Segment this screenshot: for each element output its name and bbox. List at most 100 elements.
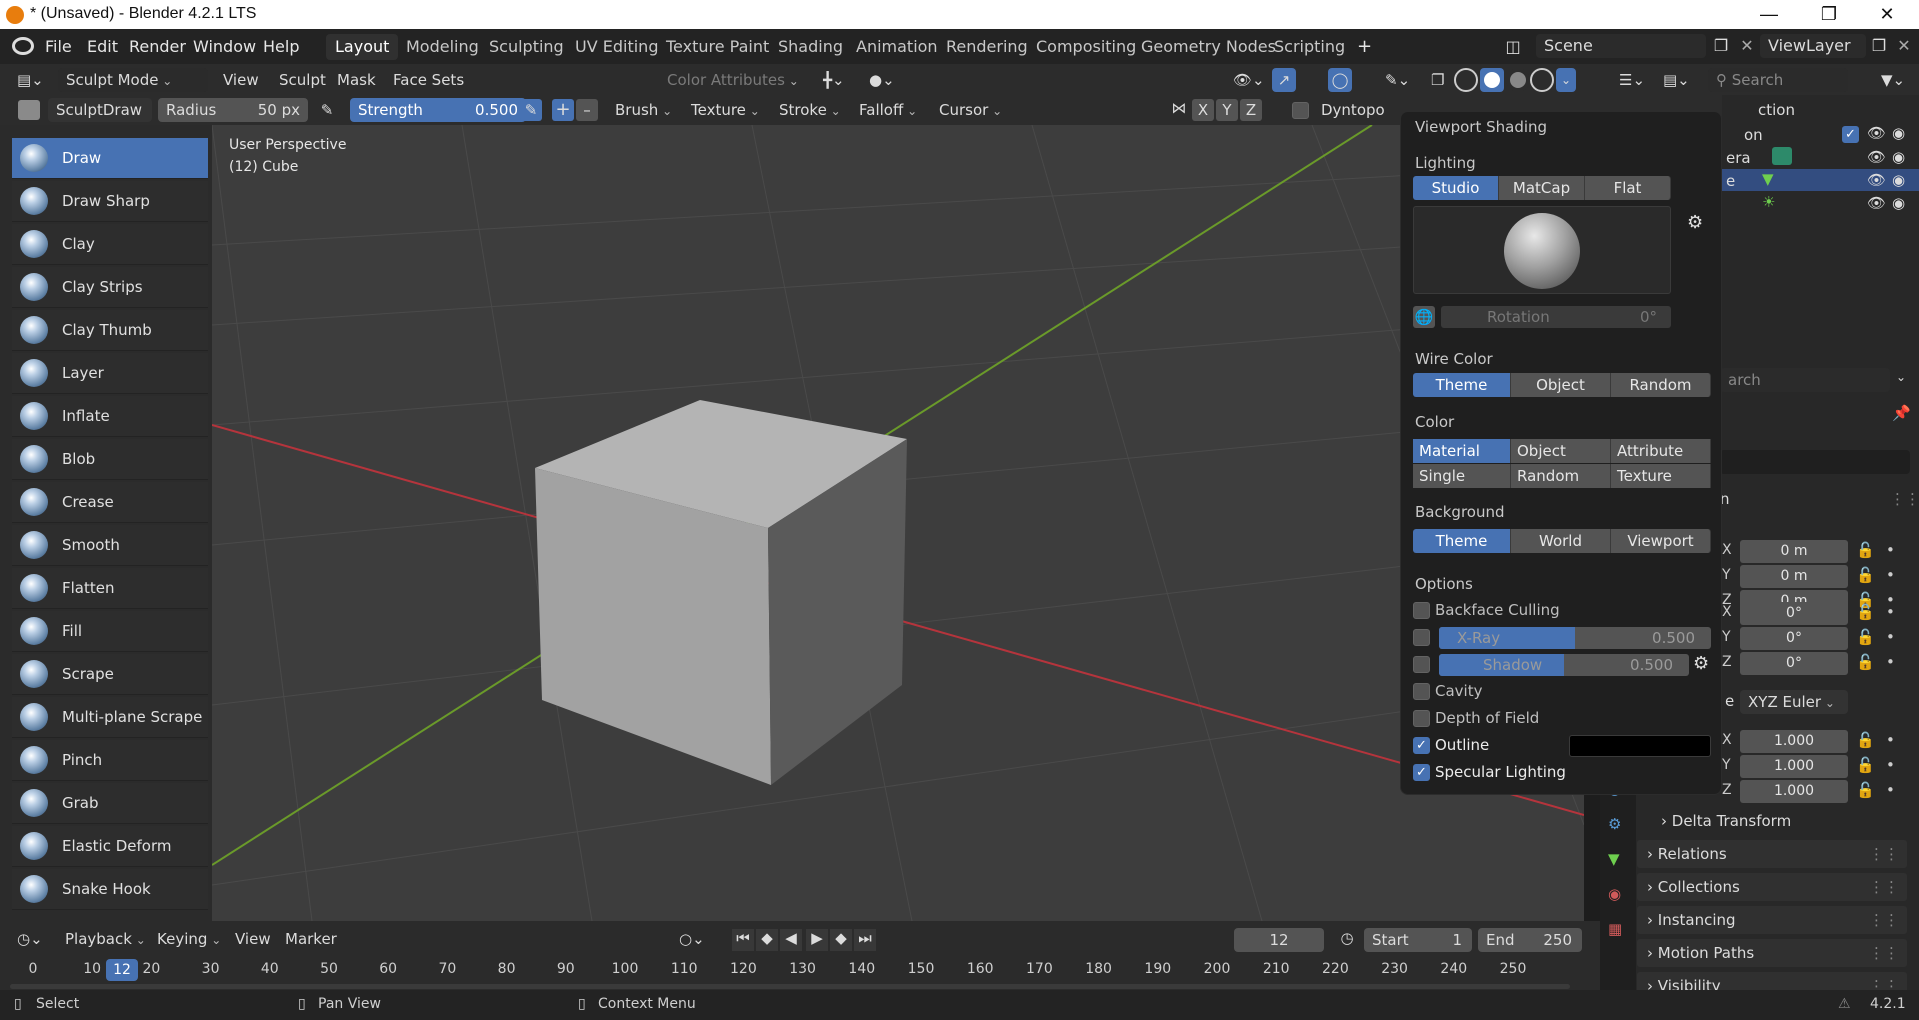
keyframe-dot-icon[interactable]: •	[1886, 731, 1895, 749]
keyframe-dot-icon[interactable]: •	[1886, 541, 1895, 559]
tab-animation[interactable]: Animation	[847, 34, 947, 60]
lock-icon[interactable]: 🔓	[1856, 628, 1875, 646]
menu-render[interactable]: Render	[122, 35, 193, 59]
rotation-x-field[interactable]: 0°	[1740, 602, 1848, 625]
texture-tab-icon[interactable]: ▦	[1608, 920, 1622, 938]
backface-culling-label[interactable]: Backface Culling	[1435, 601, 1560, 619]
brush-preview-icon[interactable]	[18, 100, 40, 120]
tool-draw-sharp[interactable]: Draw Sharp	[12, 181, 208, 222]
menu-mask[interactable]: Mask	[330, 68, 383, 92]
camera-render-icon[interactable]: ◉	[1892, 124, 1905, 142]
color-object-button[interactable]: Object	[1511, 439, 1611, 463]
shadow-slider[interactable]: Shadow 0.500	[1439, 654, 1689, 676]
solid-shading-icon[interactable]	[1480, 68, 1504, 92]
menu-view[interactable]: View	[216, 68, 266, 92]
playback-menu[interactable]: Playback	[58, 927, 153, 951]
panel-drag-icon[interactable]: ⋮⋮	[1890, 490, 1919, 508]
tool-snake-hook[interactable]: Snake Hook	[12, 869, 208, 910]
backface-culling-checkbox[interactable]	[1413, 602, 1430, 619]
object-name-field[interactable]	[1720, 450, 1910, 474]
menu-edit[interactable]: Edit	[80, 35, 125, 59]
marker-menu[interactable]: Marker	[278, 927, 344, 951]
eye-icon[interactable]: 👁	[1867, 124, 1886, 142]
lighting-flat-button[interactable]: Flat	[1585, 176, 1671, 200]
falloff-menu[interactable]: Falloff	[852, 98, 924, 122]
tab-compositing[interactable]: Compositing	[1027, 34, 1145, 60]
rendered-shading-icon[interactable]	[1530, 68, 1554, 92]
material-tab-icon[interactable]: ◉	[1608, 885, 1621, 903]
data-tab-icon[interactable]: ▼	[1608, 850, 1620, 868]
outliner-display-icon[interactable]: ☰⌄	[1612, 68, 1652, 92]
tool-flatten[interactable]: Flatten	[12, 568, 208, 609]
color-single-button[interactable]: Single	[1413, 464, 1511, 488]
tool-inflate[interactable]: Inflate	[12, 396, 208, 437]
material-shading-icon[interactable]	[1506, 68, 1530, 92]
xray-edit-icon[interactable]: ✎⌄	[1378, 68, 1417, 92]
color-texture-button[interactable]: Texture	[1611, 464, 1711, 488]
tool-fill[interactable]: Fill	[12, 611, 208, 652]
outline-label[interactable]: Outline	[1435, 736, 1489, 754]
shading-popover-chevron-icon[interactable]: ⌄	[1556, 68, 1576, 92]
lock-icon[interactable]: 🔓	[1856, 781, 1875, 799]
outline-color-swatch[interactable]	[1569, 735, 1711, 757]
lock-icon[interactable]: 🔓	[1856, 756, 1875, 774]
start-frame-field[interactable]: Start 1	[1364, 928, 1472, 952]
outliner-row-collection[interactable]: on	[1744, 126, 1763, 144]
tool-pinch[interactable]: Pinch	[12, 740, 208, 781]
specular-lighting-label[interactable]: Specular Lighting	[1435, 763, 1566, 781]
tab-modeling[interactable]: Modeling	[397, 34, 488, 60]
tool-crease[interactable]: Crease	[12, 482, 208, 523]
timeline-view-menu[interactable]: View	[228, 927, 278, 951]
mode-selector[interactable]: Sculpt Mode	[58, 68, 208, 92]
keyframe-dot-icon[interactable]: •	[1886, 756, 1895, 774]
scale-x-field[interactable]: 1.000	[1740, 730, 1848, 753]
properties-search-input[interactable]: arch	[1720, 368, 1890, 392]
timeline-scrollbar[interactable]	[10, 984, 1570, 989]
new-view-layer-icon[interactable]: ❐	[1868, 36, 1890, 58]
keyframe-dot-icon[interactable]: •	[1886, 603, 1895, 621]
jump-end-icon[interactable]: ⏭	[854, 929, 876, 951]
rotation-y-field[interactable]: 0°	[1740, 627, 1848, 650]
delete-view-layer-icon[interactable]: ✕	[1893, 36, 1915, 58]
keyframe-dot-icon[interactable]: •	[1886, 566, 1895, 584]
jump-keyframe-forward-icon[interactable]: ◆	[830, 929, 852, 951]
wire-theme-button[interactable]: Theme	[1413, 373, 1511, 397]
lock-icon[interactable]: 🔓	[1856, 541, 1875, 559]
wire-object-button[interactable]: Object	[1511, 373, 1611, 397]
lock-icon[interactable]: 🔓	[1856, 566, 1875, 584]
lock-icon[interactable]: 🔓	[1856, 603, 1875, 621]
tool-elastic-deform[interactable]: Elastic Deform	[12, 826, 208, 867]
end-frame-field[interactable]: End 250	[1478, 928, 1582, 952]
3d-viewport[interactable]: User Perspective (12) Cube	[212, 125, 1584, 921]
menu-sculpt[interactable]: Sculpt	[272, 68, 333, 92]
keyframe-dot-icon[interactable]: •	[1886, 653, 1895, 671]
panel-drag-icon[interactable]: ⋮⋮	[1869, 939, 1899, 967]
eye-icon[interactable]: 👁	[1867, 171, 1886, 189]
outliner-search-input[interactable]: ⚲ Search	[1708, 68, 1848, 92]
cavity-label[interactable]: Cavity	[1435, 682, 1482, 700]
tool-smooth[interactable]: Smooth	[12, 525, 208, 566]
lighting-studio-button[interactable]: Studio	[1413, 176, 1499, 200]
radius-pressure-icon[interactable]: ✎	[316, 99, 338, 121]
panel-drag-icon[interactable]: ⋮⋮	[1869, 906, 1899, 934]
tool-layer[interactable]: Layer	[12, 353, 208, 394]
filter-icon[interactable]: ▼⌄	[1874, 68, 1912, 92]
symmetry-x-toggle[interactable]: X	[1192, 99, 1214, 121]
playhead-frame-marker[interactable]: 12	[106, 959, 138, 981]
close-button[interactable]: ✕	[1864, 2, 1910, 26]
scene-selector[interactable]: Scene	[1536, 34, 1706, 58]
tab-uv-editing[interactable]: UV Editing	[566, 34, 667, 60]
world-space-lighting-icon[interactable]: 🌐	[1413, 306, 1435, 328]
cursor-menu[interactable]: Cursor	[932, 98, 1009, 122]
symmetry-y-toggle[interactable]: Y	[1216, 99, 1238, 121]
camera-render-icon[interactable]: ◉	[1892, 148, 1905, 166]
panel-delta-transform[interactable]: › Delta Transform	[1637, 807, 1907, 835]
panel-instancing[interactable]: › Instancing ⋮⋮	[1637, 906, 1907, 934]
current-frame-field[interactable]: 12	[1234, 928, 1324, 952]
strength-slider[interactable]: Strength 0.500	[350, 98, 526, 122]
minimize-button[interactable]: —	[1746, 2, 1792, 26]
tab-scripting[interactable]: Scripting	[1265, 34, 1354, 60]
tool-scrape[interactable]: Scrape	[12, 654, 208, 695]
timeline-editor-type-icon[interactable]: ◷⌄	[10, 927, 50, 951]
brush-menu[interactable]: Brush	[608, 98, 679, 122]
